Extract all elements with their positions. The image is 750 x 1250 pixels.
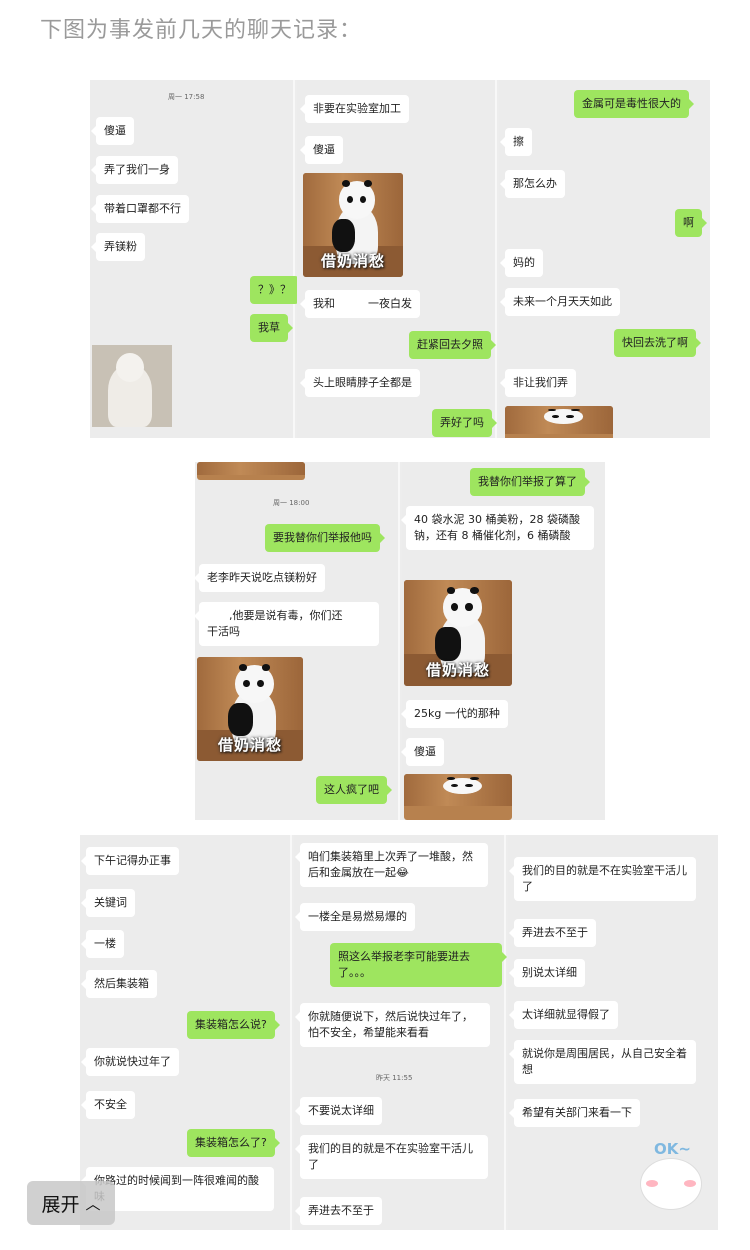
message-bubble: 未来一个月天天如此 (500, 288, 620, 316)
message-bubble: 一楼 (81, 930, 124, 958)
chat-column-1: 周一 17:58 傻逼 弄了我们一身 带着口罩都不行 弄镁粉 ？》？ 我草 (90, 80, 304, 438)
message-bubble: 不要说太详细 (295, 1097, 382, 1125)
sticker-caption: 借奶消愁 (217, 735, 282, 754)
message-bubble: 照这么举报老李可能要进去了。。。 (330, 943, 507, 987)
message-bubble: 我们的目的就是不在实验室干活儿了 (295, 1135, 488, 1179)
message-bubble: 关键词 (81, 889, 135, 917)
message-bubble: 我们的目的就是不在实验室干活儿了 (509, 857, 696, 901)
message-bubble: 头上眼睛脖子全都是 (300, 369, 420, 397)
message-bubble: 弄好了吗 (432, 409, 497, 437)
panda-sticker (197, 462, 305, 480)
message-bubble: 别说太详细 (509, 959, 585, 987)
ok-sticker-text: OK~ (654, 1140, 691, 1158)
message-bubble: 我和 一夜白发 (300, 290, 420, 318)
message-bubble: 然后集装箱 (81, 970, 157, 998)
ok-sticker: OK~ (640, 1140, 710, 1215)
message-bubble: 一楼全是易燃易爆的 (295, 903, 415, 931)
message-bubble: ？》？ (250, 276, 304, 304)
message-bubble: 赶紧回去夕照 (409, 331, 496, 359)
message-bubble: 傻逼 (91, 117, 134, 145)
message-bubble: 妈的 (500, 249, 543, 277)
chat-column-1: 周一 18:00 要我替你们举报他吗 老李昨天说吃点镁粉好 ,他要是说有毒，你们… (195, 462, 400, 820)
timestamp: 昨天 11:55 (376, 1074, 413, 1082)
timestamp: 周一 18:00 (273, 499, 310, 507)
timestamp: 周一 17:58 (168, 93, 205, 101)
chat-column-2: 我替你们举报了算了 40 袋水泥 30 桶美粉，28 袋磷酸钠，还有 8 桶催化… (401, 462, 605, 820)
message-bubble: 傻逼 (401, 738, 444, 766)
message-bubble: 弄了我们一身 (91, 156, 178, 184)
panda-sticker: 借奶消愁 (404, 580, 512, 686)
message-bubble: 那怎么办 (500, 170, 565, 198)
message-bubble: 集装箱怎么说? (187, 1011, 280, 1039)
message-bubble: 老李昨天说吃点镁粉好 (195, 564, 325, 592)
cat-photo (92, 345, 172, 427)
message-bubble: ,他要是说有毒，你们还 干活吗 (195, 602, 379, 646)
panda-sticker (404, 774, 512, 820)
chat-column-1: 下午记得办正事 关键词 一楼 然后集装箱 集装箱怎么说? 你就说快过年了 不安全… (80, 835, 292, 1230)
message-bubble: 快回去洗了啊 (614, 329, 701, 357)
expand-label: 展开 (41, 1193, 80, 1216)
message-bubble: 这人疯了吧 (316, 776, 392, 804)
message-bubble: 就说你是周围居民，从自己安全着想 (509, 1040, 696, 1084)
message-bubble: 非让我们弄 (500, 369, 576, 397)
panda-sticker: 借奶消愁 (303, 173, 403, 277)
message-bubble: 我草 (250, 314, 293, 342)
message-bubble: 啊 (675, 209, 707, 237)
sticker-caption: 借奶消愁 (425, 660, 490, 679)
message-bubble: 40 袋水泥 30 桶美粉，28 袋磷酸钠，还有 8 桶催化剂，6 桶磷酸 (401, 506, 594, 550)
message-bubble: 弄进去不至于 (509, 919, 596, 947)
message-bubble: 我替你们举报了算了 (470, 468, 590, 496)
chat-column-3: 金属可是毒性很大的 擦 那怎么办 啊 妈的 未来一个月天天如此 快回去洗了啊 非… (499, 80, 710, 438)
chevron-up-icon: ︿ (85, 1194, 101, 1213)
expand-button[interactable]: 展开 ︿ (27, 1181, 115, 1225)
chat-screenshot-1: 周一 17:58 傻逼 弄了我们一身 带着口罩都不行 弄镁粉 ？》？ 我草 非要… (90, 80, 710, 438)
message-bubble: 25kg 一代的那种 (401, 700, 508, 728)
message-bubble: 要我替你们举报他吗 (265, 524, 385, 552)
message-bubble: 太详细就显得假了 (509, 1001, 618, 1029)
chat-screenshot-2: 周一 18:00 要我替你们举报他吗 老李昨天说吃点镁粉好 ,他要是说有毒，你们… (195, 462, 605, 820)
panda-sticker: 借奶消愁 (197, 657, 303, 761)
chat-column-2: 非要在实验室加工 傻逼 借奶消愁 我和 一夜白发 赶紧回去夕照 头上眼睛脖子全都… (297, 80, 497, 438)
message-bubble: 带着口罩都不行 (91, 195, 189, 223)
chat-column-3: 我们的目的就是不在实验室干活儿了 弄进去不至于 别说太详细 太详细就显得假了 就… (508, 835, 718, 1230)
message-bubble: 希望有关部门来看一下 (509, 1099, 640, 1127)
message-bubble: 傻逼 (300, 136, 343, 164)
message-bubble: 你就说快过年了 (81, 1048, 179, 1076)
message-bubble: 擦 (500, 128, 532, 156)
chat-column-2: 咱们集装箱里上次弄了一堆酸，然后和金属放在一起😂 一楼全是易燃易爆的 照这么举报… (294, 835, 507, 1230)
chat-screenshot-3: 下午记得办正事 关键词 一楼 然后集装箱 集装箱怎么说? 你就说快过年了 不安全… (80, 835, 718, 1230)
intro-text: 下图为事发前几天的聊天记录： (40, 18, 363, 43)
message-bubble: 金属可是毒性很大的 (574, 90, 694, 118)
message-bubble: 你就随便说下，然后说快过年了，怕不安全，希望能来看看 (295, 1003, 490, 1047)
message-bubble: 集装箱怎么了? (187, 1129, 280, 1157)
message-bubble: 弄进去不至于 (295, 1197, 382, 1225)
message-bubble: 不安全 (81, 1091, 135, 1119)
message-bubble: 非要在实验室加工 (300, 95, 409, 123)
message-bubble: 咱们集装箱里上次弄了一堆酸，然后和金属放在一起😂 (295, 843, 488, 887)
message-bubble: 弄镁粉 (91, 233, 145, 261)
panda-sticker (505, 406, 613, 438)
sticker-caption: 借奶消愁 (320, 251, 385, 270)
message-bubble: 下午记得办正事 (81, 847, 179, 875)
